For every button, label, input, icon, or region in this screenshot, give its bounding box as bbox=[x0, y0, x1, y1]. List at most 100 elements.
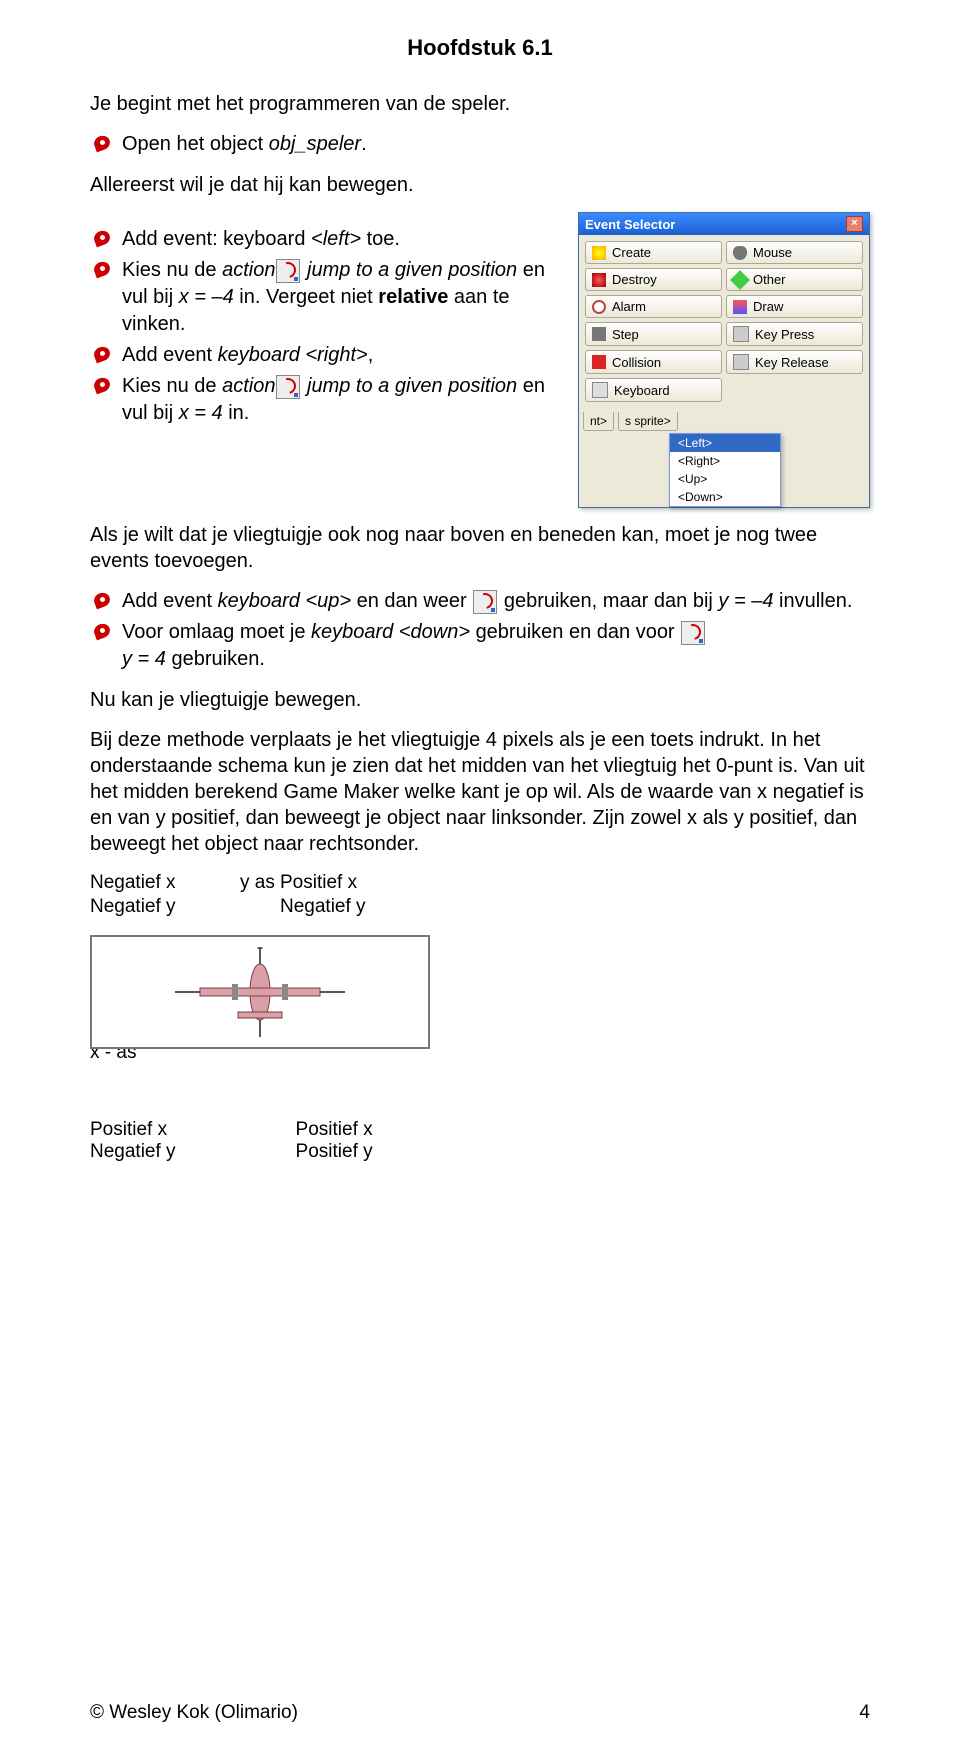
bullet-action-left: Kies nu de action jump to a given positi… bbox=[90, 257, 560, 338]
event-collision-button[interactable]: Collision bbox=[585, 350, 722, 374]
mouse-icon bbox=[733, 246, 747, 260]
label: Alarm bbox=[612, 299, 646, 314]
chapter-title: Hoofdstuk 6.1 bbox=[90, 35, 870, 61]
text: gebruiken, maar dan bij bbox=[498, 590, 718, 612]
value-x: x = –4 bbox=[179, 286, 234, 308]
quad-bottom-left: Positief xNegatief y bbox=[90, 1119, 176, 1163]
quad-bottom-right: Positief xPositief y bbox=[296, 1119, 373, 1163]
label: Other bbox=[753, 272, 786, 287]
label: Step bbox=[612, 327, 639, 342]
paragraph-now-move: Nu kan je vliegtuigje bewegen. bbox=[90, 687, 870, 713]
text: gebruiken en dan voor bbox=[476, 621, 681, 643]
text: Add event: keyboard bbox=[122, 228, 311, 250]
fragment-tab: s sprite> bbox=[618, 412, 678, 431]
text: toe. bbox=[361, 228, 400, 250]
submenu-item-down[interactable]: <Down> bbox=[670, 488, 780, 506]
text: , bbox=[368, 344, 374, 366]
text: Kies nu de bbox=[122, 375, 222, 397]
fragment-tab: nt> bbox=[583, 412, 614, 431]
event-keypress-button[interactable]: Key Press bbox=[726, 322, 863, 346]
label: Keyboard bbox=[614, 383, 670, 398]
label: Destroy bbox=[612, 272, 657, 287]
jump-to-position-icon bbox=[473, 590, 497, 614]
value-x: x = 4 bbox=[179, 402, 228, 424]
jump-to-position-icon bbox=[276, 259, 300, 283]
keypress-icon bbox=[733, 326, 749, 342]
window-title: Event Selector bbox=[585, 217, 675, 232]
object-name: obj_speler bbox=[269, 133, 361, 155]
lightbulb-icon bbox=[592, 246, 606, 260]
keyboard-icon bbox=[592, 382, 608, 398]
intro-paragraph: Je begint met het programmeren van de sp… bbox=[90, 91, 870, 117]
text: action bbox=[222, 259, 275, 281]
diamond-icon bbox=[730, 270, 750, 290]
y-axis-label: y as bbox=[240, 871, 280, 931]
label: Key Press bbox=[755, 327, 814, 342]
relative-label: relative bbox=[378, 286, 448, 308]
submenu-item-up[interactable]: <Up> bbox=[670, 470, 780, 488]
axis-diagram: Negatief xNegatief y y as Positief xNega… bbox=[90, 871, 870, 1101]
clock-icon bbox=[592, 300, 606, 314]
key-down: keyboard <down> bbox=[311, 621, 476, 643]
key-up: keyboard <up> bbox=[218, 590, 351, 612]
event-keyboard-button[interactable]: Keyboard bbox=[585, 378, 722, 402]
bullet-add-up: Add event keyboard <up> en dan weer gebr… bbox=[90, 588, 870, 615]
label: Draw bbox=[753, 299, 783, 314]
event-create-button[interactable]: Create bbox=[585, 241, 722, 264]
plane-icon bbox=[175, 947, 345, 1037]
text: Add event bbox=[122, 344, 218, 366]
jump-to-position-icon bbox=[276, 375, 300, 399]
bullet-add-left: Add event: keyboard <left> toe. bbox=[90, 226, 560, 253]
bullet-action-right: Kies nu de action jump to a given positi… bbox=[90, 373, 560, 427]
quad-top-right: Positief xNegatief y bbox=[280, 871, 430, 931]
keyrelease-icon bbox=[733, 354, 749, 370]
collision-icon bbox=[592, 355, 606, 369]
key-right: <right> bbox=[305, 344, 367, 366]
text: in. Vergeet niet bbox=[234, 286, 379, 308]
event-selector-titlebar: Event Selector × bbox=[579, 213, 869, 235]
event-step-button[interactable]: Step bbox=[585, 322, 722, 346]
text: action bbox=[222, 375, 275, 397]
bullet-add-right: Add event keyboard <right>, bbox=[90, 342, 560, 369]
event-destroy-button[interactable]: Destroy bbox=[585, 268, 722, 291]
quad-top-left: Negatief xNegatief y bbox=[90, 871, 240, 931]
event-mouse-button[interactable]: Mouse bbox=[726, 241, 863, 264]
label: Key Release bbox=[755, 355, 829, 370]
text: keyboard bbox=[218, 344, 306, 366]
paragraph-move: Allereerst wil je dat hij kan bewegen. bbox=[90, 172, 870, 198]
jump-to-position-icon bbox=[681, 621, 705, 645]
step-icon bbox=[592, 327, 606, 341]
text: en dan weer bbox=[351, 590, 472, 612]
text: invullen. bbox=[773, 590, 852, 612]
value-y: y = –4 bbox=[718, 590, 773, 612]
event-alarm-button[interactable]: Alarm bbox=[585, 295, 722, 318]
value-y: y = 4 bbox=[122, 648, 171, 670]
label: Collision bbox=[612, 355, 661, 370]
close-icon[interactable]: × bbox=[846, 216, 863, 232]
key-left: <left> bbox=[311, 228, 361, 250]
draw-icon bbox=[733, 300, 747, 314]
label: Create bbox=[612, 245, 651, 260]
text: Add event bbox=[122, 590, 218, 612]
text: Kies nu de bbox=[122, 259, 222, 281]
text: jump to a given position bbox=[301, 375, 517, 397]
keyboard-submenu: <Left> <Right> <Up> <Down> bbox=[669, 433, 781, 507]
text: Voor omlaag moet je bbox=[122, 621, 311, 643]
event-keyrelease-button[interactable]: Key Release bbox=[726, 350, 863, 374]
text: in. bbox=[228, 402, 249, 424]
event-other-button[interactable]: Other bbox=[726, 268, 863, 291]
footer-author: © Wesley Kok (Olimario) bbox=[90, 1702, 298, 1724]
paragraph-updown: Als je wilt dat je vliegtuigje ook nog n… bbox=[90, 522, 870, 574]
bullet-open-object: Open het object obj_speler. bbox=[90, 131, 870, 158]
text: . bbox=[361, 133, 367, 155]
text: Open het object bbox=[122, 133, 269, 155]
bullet-add-down: Voor omlaag moet je keyboard <down> gebr… bbox=[90, 619, 870, 673]
submenu-item-right[interactable]: <Right> bbox=[670, 452, 780, 470]
submenu-item-left[interactable]: <Left> bbox=[670, 434, 780, 452]
text: jump to a given position bbox=[301, 259, 517, 281]
event-selector-window: Event Selector × Create Mouse Destroy Ot… bbox=[578, 212, 870, 508]
destroy-icon bbox=[592, 273, 606, 287]
event-draw-button[interactable]: Draw bbox=[726, 295, 863, 318]
text: gebruiken. bbox=[171, 648, 264, 670]
label: Mouse bbox=[753, 245, 792, 260]
